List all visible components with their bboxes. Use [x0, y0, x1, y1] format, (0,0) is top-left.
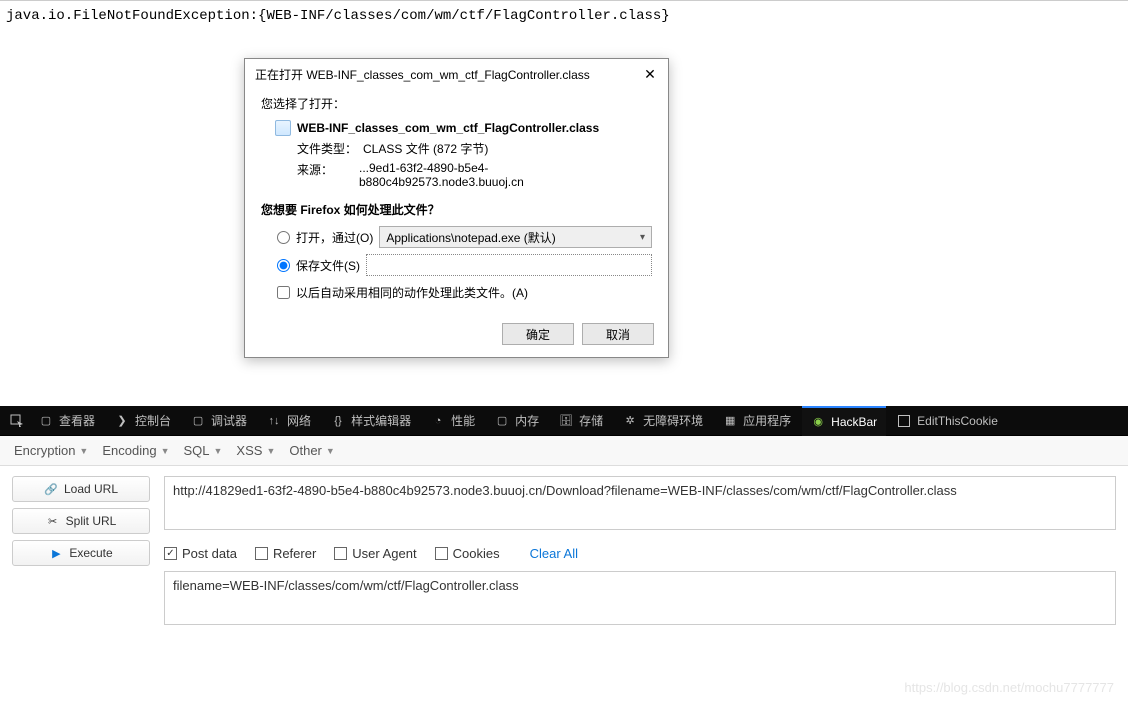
caret-down-icon: ▼ [214, 446, 223, 456]
exception-message: java.io.FileNotFoundException:{WEB-INF/c… [0, 1, 1128, 24]
caret-down-icon: ▼ [266, 446, 275, 456]
tab-style[interactable]: {}样式编辑器 [322, 406, 420, 436]
save-file-radio[interactable] [277, 259, 290, 272]
dropdown-encryption[interactable]: Encryption▼ [14, 443, 88, 458]
dialog-chosen-label: 您选择了打开： [261, 95, 652, 112]
filetype-label: 文件类型： [297, 140, 357, 157]
console-icon: ❯ [115, 414, 129, 428]
open-with-label: 打开，通过(O) [296, 229, 373, 246]
open-with-radio[interactable] [277, 231, 290, 244]
dialog-titlebar: 正在打开 WEB-INF_classes_com_wm_ctf_FlagCont… [245, 59, 668, 89]
style-icon: {} [331, 414, 345, 428]
referer-checkbox[interactable]: Referer [255, 546, 316, 561]
split-url-button[interactable]: ✂Split URL [12, 508, 150, 534]
load-icon: 🔗 [44, 482, 58, 496]
dialog-action-question: 您想要 Firefox 如何处理此文件？ [261, 201, 652, 218]
cookie-icon [897, 414, 911, 428]
caret-down-icon: ▼ [326, 446, 335, 456]
split-icon: ✂ [46, 514, 60, 528]
caret-down-icon: ▼ [161, 446, 170, 456]
apps-icon: ▦ [723, 414, 737, 428]
load-url-button[interactable]: 🔗Load URL [12, 476, 150, 502]
inspector-icon: ▢ [39, 414, 53, 428]
filetype-value: CLASS 文件 (872 字节) [363, 140, 488, 157]
dropdown-encoding[interactable]: Encoding▼ [102, 443, 169, 458]
tab-storage[interactable]: 🗄存储 [550, 406, 612, 436]
tab-debugger[interactable]: ▢调试器 [182, 406, 256, 436]
execute-button[interactable]: ▶Execute [12, 540, 150, 566]
accessibility-icon: ✲ [623, 414, 637, 428]
hackbar-icon: ◉ [811, 415, 825, 429]
tab-apps[interactable]: ▦应用程序 [714, 406, 800, 436]
dialog-filename: WEB-INF_classes_com_wm_ctf_FlagControlle… [297, 121, 599, 135]
tab-inspector[interactable]: ▢查看器 [30, 406, 104, 436]
close-icon[interactable]: ✕ [638, 62, 662, 86]
remember-checkbox[interactable] [277, 286, 290, 299]
performance-icon: ◔ [431, 414, 445, 428]
postdata-checkbox[interactable]: ✓Post data [164, 546, 237, 561]
tab-hackbar[interactable]: ◉HackBar [802, 406, 886, 436]
open-with-select[interactable]: Applications\notepad.exe (默认) ▾ [379, 226, 652, 248]
debugger-icon: ▢ [191, 414, 205, 428]
cancel-button[interactable]: 取消 [582, 323, 654, 345]
source-value: ...9ed1-63f2-4890-b5e4-b880c4b92573.node… [359, 161, 652, 189]
useragent-checkbox[interactable]: User Agent [334, 546, 416, 561]
dropdown-xss[interactable]: XSS▼ [236, 443, 275, 458]
memory-icon: ▢ [495, 414, 509, 428]
tab-accessibility[interactable]: ✲无障碍环境 [614, 406, 712, 436]
dialog-title-text: 正在打开 WEB-INF_classes_com_wm_ctf_FlagCont… [255, 66, 590, 83]
tab-console[interactable]: ❯控制台 [106, 406, 180, 436]
tab-editthiscookie[interactable]: EditThisCookie [888, 406, 1007, 436]
clear-all-link[interactable]: Clear All [530, 546, 578, 561]
save-file-label: 保存文件(S) [296, 257, 360, 274]
tab-performance[interactable]: ◔性能 [422, 406, 484, 436]
watermark: https://blog.csdn.net/mochu7777777 [904, 680, 1114, 695]
tab-network[interactable]: ↑↓网络 [258, 406, 320, 436]
open-with-app: Applications\notepad.exe (默认) [386, 229, 555, 246]
dropdown-sql[interactable]: SQL▼ [183, 443, 222, 458]
caret-down-icon: ▼ [79, 446, 88, 456]
hackbar-toolbar: Encryption▼ Encoding▼ SQL▼ XSS▼ Other▼ [0, 436, 1128, 466]
execute-icon: ▶ [49, 546, 63, 560]
file-icon [275, 120, 291, 136]
source-label: 来源： [297, 161, 353, 189]
devtools-tabstrip: ▢查看器 ❯控制台 ▢调试器 ↑↓网络 {}样式编辑器 ◔性能 ▢内存 🗄存储 … [0, 406, 1128, 436]
chevron-down-icon: ▾ [640, 232, 645, 243]
postdata-input[interactable]: filename=WEB-INF/classes/com/wm/ctf/Flag… [164, 571, 1116, 625]
devtools-panel: ▢查看器 ❯控制台 ▢调试器 ↑↓网络 {}样式编辑器 ◔性能 ▢内存 🗄存储 … [0, 406, 1128, 701]
remember-label: 以后自动采用相同的动作处理此类文件。(A) [296, 284, 528, 301]
download-dialog: 正在打开 WEB-INF_classes_com_wm_ctf_FlagCont… [244, 58, 669, 358]
save-dotted-area [366, 254, 652, 276]
storage-icon: 🗄 [559, 414, 573, 428]
network-icon: ↑↓ [267, 414, 281, 428]
tab-memory[interactable]: ▢内存 [486, 406, 548, 436]
cookies-checkbox[interactable]: Cookies [435, 546, 500, 561]
url-input[interactable]: http://41829ed1-63f2-4890-b5e4-b880c4b92… [164, 476, 1116, 530]
dropdown-other[interactable]: Other▼ [289, 443, 334, 458]
element-picker-icon[interactable] [6, 410, 28, 432]
ok-button[interactable]: 确定 [502, 323, 574, 345]
